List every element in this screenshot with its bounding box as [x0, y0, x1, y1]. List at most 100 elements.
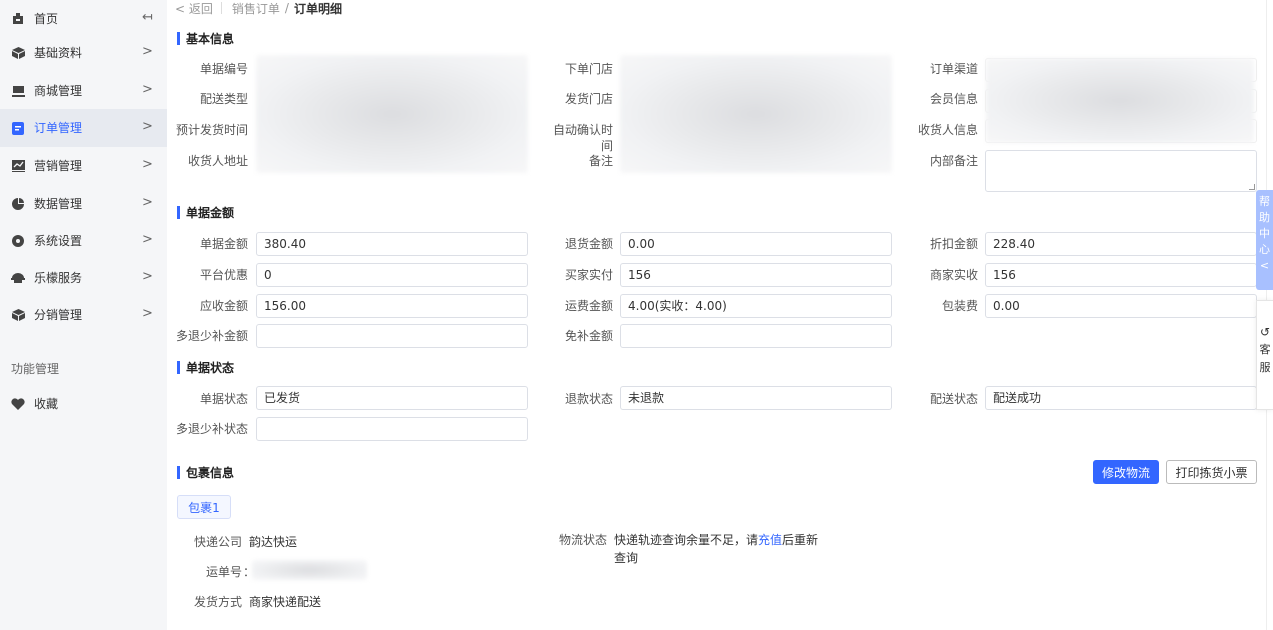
redacted-tracking-number [252, 560, 367, 580]
sidebar: 首页 ↤ 基础资料 > 商城管理 > 订单管理 > 营销管理 > 数据管理 > [0, 0, 167, 630]
est-ship-time-label: 预计发货时间 [175, 123, 248, 137]
free-amount-label: 免补金额 [564, 329, 613, 343]
sidebar-item-basic-data[interactable]: 基础资料 > [0, 34, 167, 72]
internal-remark-textarea[interactable] [985, 150, 1257, 192]
section-package-title: 包裹信息 [177, 465, 234, 480]
chevron-right-icon: > [142, 82, 153, 97]
discount-label: 折扣金额 [929, 237, 978, 251]
logistics-status-label: 物流状态 [559, 533, 608, 547]
ship-method-value: 商家快递配送 [249, 595, 322, 609]
sidebar-item-label: 系统设置 [34, 234, 83, 248]
sidebar-item-distribution[interactable]: 分销管理 > [0, 296, 167, 334]
over-under-status-label: 多退少补状态 [175, 422, 248, 436]
store-icon [11, 84, 25, 98]
sidebar-item-mall[interactable]: 商城管理 > [0, 72, 167, 110]
bill-status-field: 已发货 [256, 386, 528, 410]
buyer-paid-field: 156 [620, 263, 892, 287]
ship-store-label: 发货门店 [564, 92, 613, 106]
remark-label: 备注 [588, 154, 613, 168]
group-title: 功能管理 [11, 362, 60, 376]
ship-method-label: 发货方式 [194, 595, 243, 609]
delivery-status-label: 配送状态 [929, 392, 978, 406]
freight-field: 4.00(实收：4.00) [620, 294, 892, 318]
chart-icon [11, 159, 25, 173]
member-label: 会员信息 [929, 92, 978, 106]
chevron-right-icon: > [142, 195, 153, 210]
collapse-icon[interactable]: ↤ [142, 10, 153, 26]
bill-status-label: 单据状态 [199, 392, 248, 406]
help-char: 心 [1259, 243, 1270, 256]
sidebar-item-lemeng-service[interactable]: 乐檬服务 > [0, 259, 167, 297]
sidebar-item-label: 乐檬服务 [34, 271, 83, 285]
gear-icon [11, 234, 25, 248]
recharge-link[interactable]: 充值 [758, 533, 782, 547]
divider [220, 2, 222, 14]
discount-field: 228.40 [985, 232, 1257, 256]
help-char: < [1259, 259, 1270, 272]
refund-status-label: 退款状态 [564, 392, 613, 406]
sidebar-item-orders[interactable]: 订单管理 > [0, 109, 167, 147]
sidebar-item-marketing[interactable]: 营销管理 > [0, 147, 167, 185]
help-center-tab[interactable]: 帮 助 中 心 < [1256, 190, 1273, 290]
courier-label: 快递公司 [194, 535, 243, 549]
section-status-title: 单据状态 [177, 360, 234, 375]
chevron-right-icon: > [142, 157, 153, 172]
bill-no-label: 单据编号 [199, 62, 248, 76]
sidebar-item-label: 营销管理 [34, 159, 83, 173]
refund-status-field: 未退款 [620, 386, 892, 410]
cube-icon [11, 308, 25, 322]
redacted-values-col2 [620, 55, 892, 173]
freight-label: 运费金额 [564, 299, 613, 313]
help-char: 帮 [1259, 195, 1270, 208]
home-icon [11, 12, 25, 26]
section-basic-title: 基本信息 [177, 31, 234, 46]
sidebar-item-label: 基础资料 [34, 46, 83, 60]
refund-amount-field: 0.00 [620, 232, 892, 256]
receivable-field: 156.00 [256, 294, 528, 318]
sidebar-item-label: 数据管理 [34, 197, 83, 211]
breadcrumb-parent[interactable]: 销售订单 [232, 0, 280, 17]
chevron-right-icon: > [142, 119, 153, 134]
tracking-label: 运单号 [206, 565, 243, 579]
sidebar-item-favorites[interactable]: 收藏 [0, 385, 167, 423]
help-char: 中 [1259, 227, 1270, 240]
delivery-type-label: 配送类型 [199, 92, 248, 106]
back-link[interactable]: < 返回 [175, 0, 213, 17]
breadcrumb-separator: / [284, 1, 289, 15]
section-amount-title: 单据金额 [177, 205, 234, 220]
logistics-status-line2: 查询 [614, 551, 639, 565]
modify-logistics-button[interactable]: 修改物流 [1093, 460, 1159, 484]
sidebar-item-label: 收藏 [34, 397, 59, 411]
store-label: 下单门店 [564, 62, 613, 76]
customer-service-widget[interactable]: ↺ 客 服 [1256, 300, 1273, 410]
receiver-label: 收货人信息 [917, 123, 978, 137]
service-char: 客 [1259, 343, 1271, 356]
service-icon [11, 271, 25, 285]
refund-amount-label: 退货金额 [564, 237, 613, 251]
delivery-status-field: 配送成功 [985, 386, 1257, 410]
sidebar-item-label: 首页 [34, 12, 59, 26]
merchant-received-field: 156 [985, 263, 1257, 287]
internal-remark-label: 内部备注 [929, 154, 978, 168]
sidebar-item-label: 分销管理 [34, 308, 83, 322]
tab-package-1[interactable]: 包裹1 [177, 495, 231, 519]
pie-icon [11, 197, 25, 211]
service-char: 服 [1259, 361, 1271, 374]
chevron-right-icon: > [142, 44, 153, 59]
platform-discount-label: 平台优惠 [199, 268, 248, 282]
order-icon [11, 121, 25, 135]
sidebar-item-home[interactable]: 首页 ↤ [0, 0, 167, 38]
buyer-paid-label: 买家实付 [564, 268, 613, 282]
resize-handle-icon[interactable] [1249, 184, 1255, 190]
breadcrumb: < 返回 销售订单 / 订单明细 [175, 0, 342, 16]
breadcrumb-current: 订单明细 [293, 1, 342, 16]
sidebar-item-data[interactable]: 数据管理 > [0, 185, 167, 223]
redacted-values-col3 [986, 58, 1254, 143]
courier-value: 韵达快运 [249, 535, 298, 549]
packing-fee-field: 0.00 [985, 294, 1257, 318]
sidebar-item-settings[interactable]: 系统设置 > [0, 222, 167, 260]
refresh-icon: ↺ [1259, 325, 1271, 339]
heart-icon [11, 397, 25, 411]
receivable-label: 应收金额 [199, 299, 248, 313]
print-picking-ticket-button[interactable]: 打印拣货小票 [1166, 460, 1257, 484]
